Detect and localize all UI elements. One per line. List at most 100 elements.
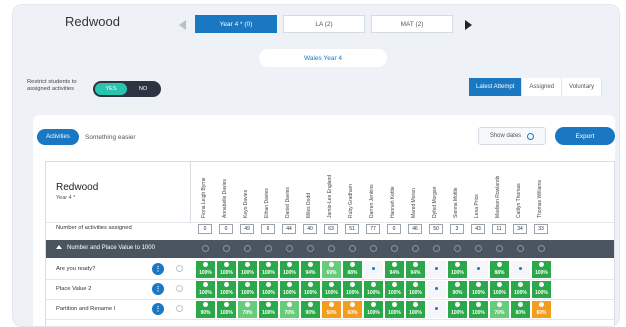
score-cell[interactable] [427, 301, 446, 318]
attempt-icon [413, 282, 418, 287]
score-cell[interactable]: 94% [406, 261, 425, 278]
score-cell[interactable] [469, 261, 488, 278]
school-name: Redwood [65, 14, 120, 29]
score-cell[interactable]: 100% [343, 281, 362, 298]
score-cell[interactable]: 90% [301, 301, 320, 318]
score-cell[interactable]: 100% [511, 281, 530, 298]
score-cell[interactable]: 100% [385, 301, 404, 318]
activities-button[interactable]: Activities [37, 129, 79, 145]
section-radio[interactable] [328, 245, 335, 252]
show-dates-button[interactable]: Show dates [478, 127, 546, 145]
score-cell[interactable] [511, 261, 530, 278]
score-cell[interactable]: 100% [196, 261, 215, 278]
score-cell[interactable]: 90% [448, 281, 467, 298]
score-cell[interactable]: 100% [364, 301, 383, 318]
score-cell[interactable]: 94% [301, 261, 320, 278]
section-radio[interactable] [265, 245, 272, 252]
score-cell[interactable]: 100% [259, 301, 278, 318]
score-cell[interactable]: 100% [490, 281, 509, 298]
prev-arrow-icon[interactable] [179, 20, 186, 30]
score-cell[interactable]: 100% [406, 281, 425, 298]
section-radio[interactable] [307, 245, 314, 252]
score-cell[interactable]: 100% [448, 261, 467, 278]
attempt-icon [518, 302, 523, 307]
section-radio[interactable] [349, 245, 356, 252]
section-radio[interactable] [496, 245, 503, 252]
score-cell[interactable]: 100% [238, 281, 257, 298]
activity-radio[interactable] [176, 285, 183, 292]
score-cell[interactable]: 100% [259, 281, 278, 298]
score-cell[interactable]: 100% [196, 281, 215, 298]
score-value: 60% [347, 310, 358, 316]
score-cell[interactable]: 94% [385, 261, 404, 278]
score-cell[interactable] [427, 281, 446, 298]
tab-voluntary[interactable]: Voluntary [562, 78, 603, 96]
score-cell[interactable]: 100% [322, 281, 341, 298]
tab-assigned[interactable]: Assigned [522, 78, 563, 96]
tab-year4[interactable]: Year 4 * (0) [195, 15, 277, 33]
score-value: 100% [409, 310, 422, 316]
score-cell[interactable]: 100% [280, 281, 299, 298]
section-radio[interactable] [202, 245, 209, 252]
toggle-no[interactable]: NO [127, 83, 159, 95]
toggle-yes[interactable]: YES [95, 83, 127, 95]
activity-info-icon[interactable]: ⋮ [152, 263, 164, 275]
score-cell[interactable]: 88% [490, 261, 509, 278]
score-cell[interactable]: 100% [217, 301, 236, 318]
tab-la[interactable]: LA (2) [283, 15, 365, 33]
score-cell[interactable]: 100% [217, 281, 236, 298]
score-cell[interactable]: 69% [322, 261, 341, 278]
section-radio[interactable] [370, 245, 377, 252]
section-radio[interactable] [391, 245, 398, 252]
score-cell[interactable]: 100% [406, 301, 425, 318]
score-cell[interactable]: 60% [343, 301, 362, 318]
section-radio[interactable] [475, 245, 482, 252]
section-radio[interactable] [517, 245, 524, 252]
section-radio[interactable] [433, 245, 440, 252]
attempt-icon [203, 282, 208, 287]
assigned-count: 0 [219, 224, 233, 234]
class-title[interactable]: Wales Year 4 [259, 49, 387, 67]
score-cell[interactable]: 70% [490, 301, 509, 318]
score-cell[interactable]: 100% [280, 261, 299, 278]
attempt-icon [266, 262, 271, 267]
score-cell[interactable]: 100% [301, 281, 320, 298]
tab-latest-attempt[interactable]: Latest Attempt [469, 78, 523, 96]
section-radio[interactable] [538, 245, 545, 252]
section-radio[interactable] [223, 245, 230, 252]
export-button[interactable]: Export [555, 127, 615, 145]
next-arrow-icon[interactable] [465, 20, 472, 30]
score-cell[interactable] [364, 261, 383, 278]
score-cell[interactable]: 88% [343, 261, 362, 278]
score-cell[interactable]: 90% [196, 301, 215, 318]
section-radio[interactable] [412, 245, 419, 252]
activity-info-icon[interactable]: ⋮ [152, 283, 164, 295]
activity-radio[interactable] [176, 265, 183, 272]
score-cell[interactable]: 100% [217, 261, 236, 278]
section-radio[interactable] [454, 245, 461, 252]
activity-info-icon[interactable]: ⋮ [152, 303, 164, 315]
something-easier-button[interactable]: Something easier [85, 129, 136, 145]
score-cell[interactable]: 100% [532, 281, 551, 298]
student-name: Miles Dodd [306, 192, 312, 218]
score-cell[interactable]: 70% [280, 301, 299, 318]
score-cell[interactable]: 100% [385, 281, 404, 298]
score-cell[interactable]: 80% [511, 301, 530, 318]
restrict-toggle[interactable]: YES NO [93, 81, 161, 97]
score-cell[interactable] [427, 261, 446, 278]
score-cell[interactable]: 50% [322, 301, 341, 318]
score-cell[interactable]: 60% [532, 301, 551, 318]
score-cell[interactable]: 100% [364, 281, 383, 298]
score-cell[interactable]: 100% [469, 301, 488, 318]
score-cell[interactable]: 70% [238, 301, 257, 318]
section-radio[interactable] [286, 245, 293, 252]
activity-radio[interactable] [176, 305, 183, 312]
score-cell[interactable]: 100% [469, 281, 488, 298]
score-cell[interactable]: 100% [448, 301, 467, 318]
score-cell[interactable]: 100% [532, 261, 551, 278]
score-cell[interactable]: 100% [259, 261, 278, 278]
tab-mat[interactable]: MAT (2) [371, 15, 453, 33]
section-radio[interactable] [244, 245, 251, 252]
collapse-icon[interactable] [56, 245, 62, 249]
score-cell[interactable]: 100% [238, 261, 257, 278]
